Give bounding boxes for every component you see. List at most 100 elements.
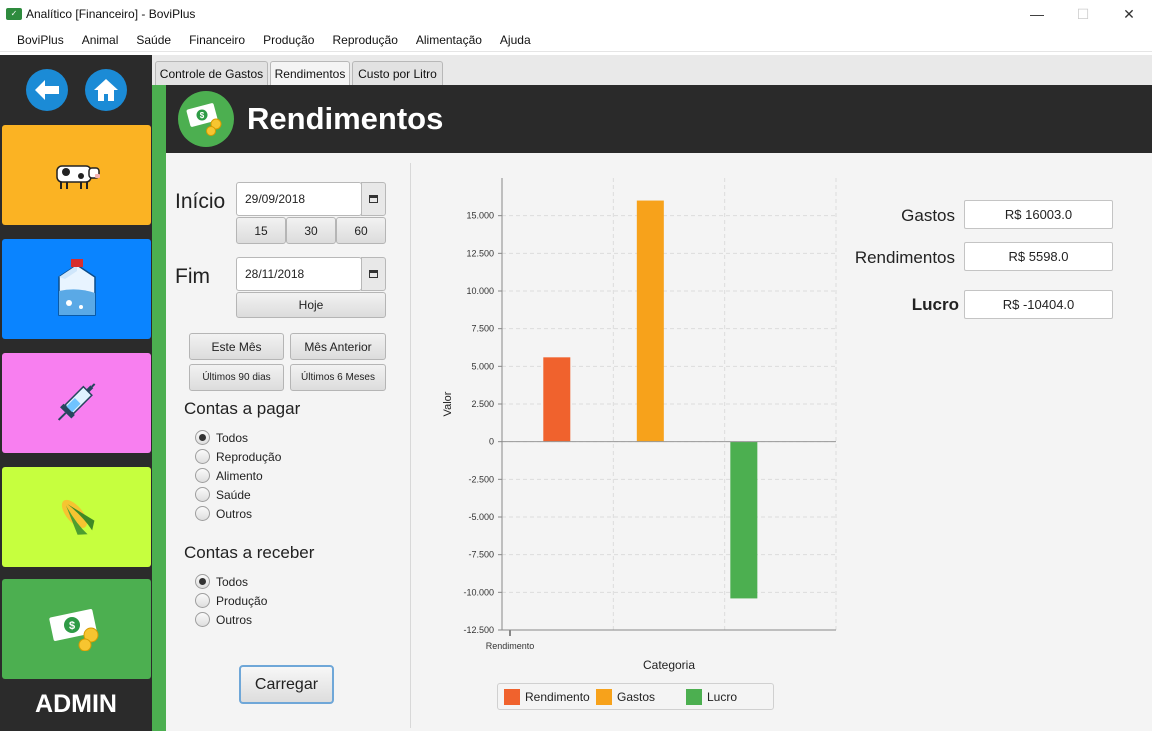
bar-lucro — [730, 441, 758, 599]
title-bar: ✓ Analítico [Financeiro] - BoviPlus — ☐ … — [0, 0, 1152, 28]
window-title: Analítico [Financeiro] - BoviPlus — [26, 7, 196, 21]
ultimos-6-meses-button[interactable]: Últimos 6 Meses — [290, 364, 386, 391]
sidebar-tile-animal[interactable] — [2, 125, 151, 225]
radio-button[interactable] — [195, 468, 210, 483]
bar-gastos — [636, 200, 664, 442]
app-icon: ✓ — [6, 8, 22, 20]
sidebar-tile-financeiro[interactable]: $ — [2, 579, 151, 679]
pagar-option-reproducao[interactable]: Reprodução — [195, 449, 281, 464]
hoje-button[interactable]: Hoje — [236, 292, 386, 318]
quick-30-button[interactable]: 30 — [286, 217, 336, 244]
quick-15-button[interactable]: 15 — [236, 217, 286, 244]
legend-item-lucro: Lucro — [686, 688, 737, 705]
panel-divider — [410, 163, 411, 728]
window-controls: — ☐ ✕ — [1014, 0, 1152, 28]
calendar-icon — [369, 195, 378, 203]
receber-option-outros[interactable]: Outros — [195, 612, 252, 627]
gastos-label: Gastos — [901, 206, 955, 225]
home-icon — [94, 79, 118, 101]
legend-item-gastos: Gastos — [596, 688, 686, 705]
page-header: $ Rendimentos — [166, 85, 1152, 153]
y-tick-label: 0 — [489, 437, 494, 447]
accent-stripe — [152, 85, 166, 731]
home-button[interactable] — [85, 69, 127, 111]
admin-label: ADMIN — [35, 690, 117, 718]
maximize-button[interactable]: ☐ — [1060, 0, 1106, 28]
y-tick-label: 12.500 — [466, 248, 494, 258]
pagar-option-saude[interactable]: Saúde — [195, 487, 251, 502]
y-tick-label: -5.000 — [468, 512, 494, 522]
receber-option-producao[interactable]: Produção — [195, 593, 267, 608]
sidebar-tile-producao[interactable] — [2, 239, 151, 339]
menu-financeiro[interactable]: Financeiro — [180, 33, 254, 47]
inicio-calendar-button[interactable] — [361, 182, 386, 216]
milk-carton-icon — [57, 259, 96, 316]
close-button[interactable]: ✕ — [1106, 0, 1152, 28]
fim-date-input[interactable]: 28/11/2018 — [236, 257, 362, 291]
menu-bar: BoviPlus Animal Saúde Financeiro Produçã… — [0, 28, 1152, 52]
y-tick-label: 7.500 — [471, 324, 494, 334]
legend-swatch — [596, 688, 612, 705]
inicio-date-input[interactable]: 29/09/2018 — [236, 182, 362, 216]
y-tick-label: -10.000 — [463, 587, 494, 597]
back-button[interactable] — [26, 69, 68, 111]
legend-swatch — [504, 688, 520, 705]
este-mes-button[interactable]: Este Mês — [189, 333, 284, 360]
mes-anterior-button[interactable]: Mês Anterior — [290, 333, 386, 360]
rendimentos-value-field[interactable]: R$ 5598.0 — [964, 242, 1113, 271]
sidebar: $ ADMIN — [0, 55, 152, 731]
menu-producao[interactable]: Produção — [254, 33, 323, 47]
menu-ajuda[interactable]: Ajuda — [491, 33, 540, 47]
radio-button[interactable] — [195, 593, 210, 608]
carregar-button[interactable]: Carregar — [239, 665, 334, 704]
money-icon: $ — [48, 609, 98, 651]
menu-saude[interactable]: Saúde — [127, 33, 180, 47]
bar-rendimento — [543, 357, 571, 442]
money-icon: $ — [178, 91, 234, 147]
legend-item-rendimento: Rendimento — [504, 688, 596, 705]
cow-icon — [55, 165, 100, 189]
calendar-icon — [369, 270, 378, 278]
svg-text:$: $ — [200, 111, 205, 120]
y-axis-label: Valor — [442, 391, 454, 416]
radio-button[interactable] — [195, 612, 210, 627]
legend-swatch — [686, 688, 702, 705]
minimize-button[interactable]: — — [1014, 0, 1060, 28]
tab-controle-de-gastos[interactable]: Controle de Gastos — [155, 61, 268, 85]
syringe-icon — [57, 383, 95, 421]
contas-a-receber-title: Contas a receber — [184, 543, 315, 562]
radio-button[interactable] — [195, 506, 210, 521]
menu-animal[interactable]: Animal — [73, 33, 128, 47]
gastos-value-field[interactable]: R$ 16003.0 — [964, 200, 1113, 229]
inicio-label: Início — [175, 190, 226, 213]
sidebar-tile-alimentacao[interactable] — [2, 467, 151, 567]
fim-calendar-button[interactable] — [361, 257, 386, 291]
fim-label: Fim — [175, 265, 210, 288]
pagar-option-todos[interactable]: Todos — [195, 430, 248, 445]
corn-icon — [61, 499, 94, 535]
menu-boviplus[interactable]: BoviPlus — [8, 33, 73, 47]
receber-option-todos[interactable]: Todos — [195, 574, 248, 589]
sidebar-tile-saude[interactable] — [2, 353, 151, 453]
y-tick-label: 15.000 — [466, 211, 494, 221]
lucro-label: Lucro — [911, 295, 959, 314]
quick-60-button[interactable]: 60 — [336, 217, 386, 244]
chart-legend: Rendimento Gastos Lucro — [497, 683, 774, 710]
pagar-option-alimento[interactable]: Alimento — [195, 468, 263, 483]
bar-chart: -12.500 -10.000 -7.500 -5.000 -2.500 0 2.500 5.… — [442, 178, 837, 672]
ultimos-90-dias-button[interactable]: Últimos 90 dias — [189, 364, 284, 391]
y-tick-label: 10.000 — [466, 286, 494, 296]
menu-reproducao[interactable]: Reprodução — [323, 33, 406, 47]
radio-button[interactable] — [195, 487, 210, 502]
tab-bar: Controle de Gastos Rendimentos Custo por… — [152, 55, 1152, 85]
pagar-option-outros[interactable]: Outros — [195, 506, 252, 521]
radio-button[interactable] — [195, 430, 210, 445]
lucro-value-field[interactable]: R$ -10404.0 — [964, 290, 1113, 319]
arrow-left-icon — [35, 80, 59, 100]
tab-rendimentos[interactable]: Rendimentos — [270, 61, 350, 85]
radio-button[interactable] — [195, 574, 210, 589]
y-tick-label: -12.500 — [463, 625, 494, 635]
radio-button[interactable] — [195, 449, 210, 464]
menu-alimentacao[interactable]: Alimentação — [407, 33, 491, 47]
tab-custo-por-litro[interactable]: Custo por Litro — [352, 61, 443, 85]
